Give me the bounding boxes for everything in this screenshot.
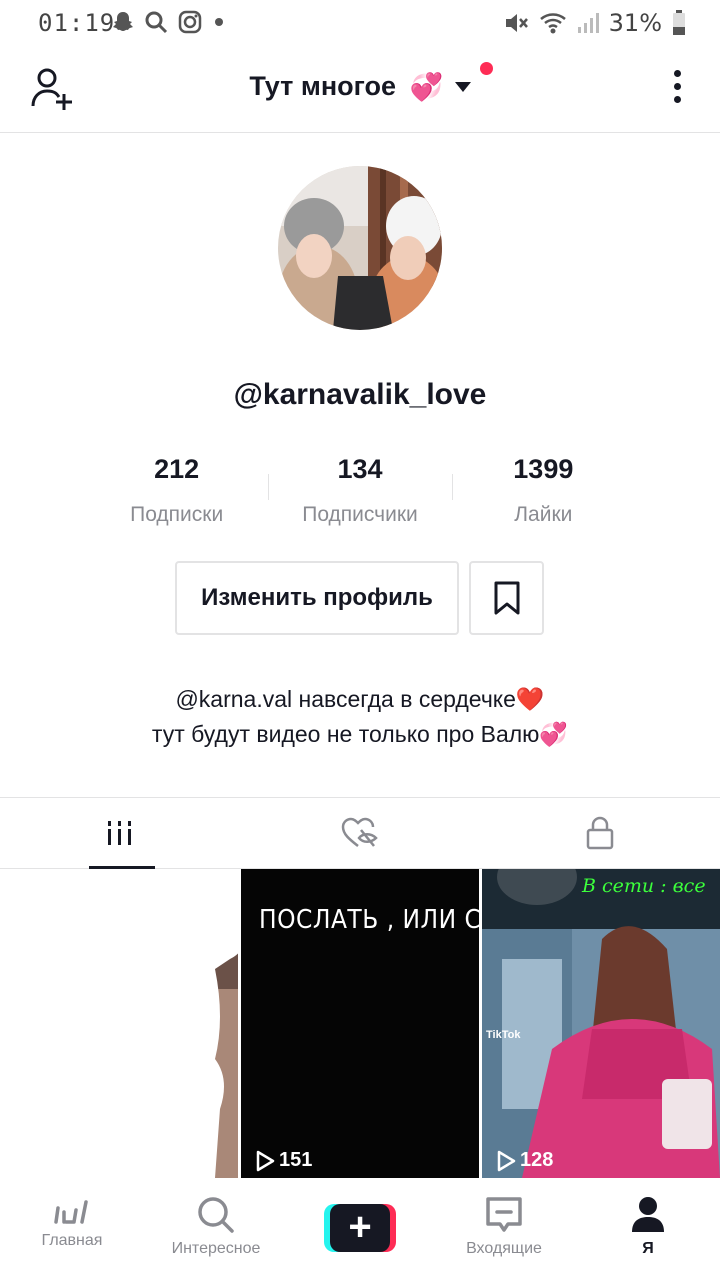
edit-profile-button[interactable]: Изменить профиль (175, 561, 459, 635)
stat-followers-label: Подписчики (302, 503, 418, 526)
more-options-icon[interactable] (672, 70, 682, 110)
nav-create[interactable]: + (288, 1178, 432, 1280)
stat-likes-label: Лайки (514, 503, 573, 526)
home-icon (54, 1200, 88, 1224)
video-overlay-text: ПОСЛАТЬ , ИЛИ САМА (259, 905, 479, 935)
signal-icon (577, 13, 599, 33)
wifi-icon (539, 13, 566, 34)
bookmark-icon (494, 581, 519, 615)
view-count-value: 151 (279, 1149, 313, 1171)
view-count: 151 (255, 1149, 312, 1172)
nav-home[interactable]: Главная (0, 1178, 144, 1280)
battery-percent: 31% (608, 9, 662, 37)
discover-icon (198, 1197, 234, 1233)
account-title: Тут многое (249, 71, 397, 102)
bio-line: тут будут видео не только про Валю💞 (151, 721, 569, 747)
status-time: 01:19 (38, 9, 116, 37)
favorites-button[interactable] (469, 561, 544, 635)
nav-inbox-label: Входящие (466, 1240, 542, 1257)
tab-private[interactable] (480, 798, 720, 868)
username: @karnavalik_love (233, 378, 487, 411)
view-count-value: 128 (520, 1149, 554, 1171)
nav-profile-label: Я (642, 1240, 654, 1257)
stats-divider (452, 474, 453, 500)
stats-divider (268, 474, 269, 500)
profile-bio: @karna.val навсегда в сердечке❤️ тут буд… (0, 682, 720, 752)
profile-stats: 212 Подписки 134 Подписчики 1399 Лайки (85, 450, 635, 530)
video-thumbnail[interactable] (0, 869, 238, 1178)
video-overlay-text: В сети : все (582, 875, 706, 897)
video-thumbnail[interactable]: ПОСЛАТЬ , ИЛИ САМА 151 (241, 869, 479, 1178)
play-icon (497, 1150, 516, 1171)
instagram-icon (178, 10, 202, 34)
tab-videos[interactable] (0, 798, 240, 869)
chevron-down-icon (454, 81, 471, 92)
stat-following-label: Подписки (130, 503, 224, 526)
play-icon (256, 1150, 275, 1171)
video-grid: ПОСЛАТЬ , ИЛИ САМА 151 В сети : все TikT… (0, 869, 720, 1178)
mute-icon (505, 14, 528, 32)
stat-followers-count: 134 (337, 454, 383, 484)
nav-profile[interactable]: Я (576, 1178, 720, 1280)
stat-followers[interactable]: 134 Подписчики (268, 450, 451, 530)
status-bar: 01:19 31% (0, 0, 720, 48)
avatar[interactable] (278, 166, 442, 330)
battery-icon (673, 10, 685, 35)
account-switcher[interactable]: Тут многое 💞 (0, 70, 720, 103)
nav-inbox[interactable]: Входящие (432, 1178, 576, 1280)
view-count: 128 (496, 1149, 553, 1172)
snapchat-icon (113, 12, 133, 31)
profile-icon (632, 1197, 664, 1232)
video-thumbnail[interactable]: В сети : все TikTok 128 (482, 869, 720, 1178)
bio-line: @karna.val навсегда в сердечке❤️ (175, 686, 545, 712)
notification-dot (480, 62, 493, 75)
dot-icon (215, 18, 223, 26)
nav-discover-label: Интересное (171, 1240, 261, 1257)
nav-discover[interactable]: Интересное (144, 1178, 288, 1280)
search-icon (145, 11, 168, 34)
tab-liked[interactable] (240, 798, 480, 868)
title-emoji: 💞 (409, 71, 444, 102)
content-tabs (0, 797, 720, 869)
lock-icon (586, 816, 614, 850)
liked-hidden-icon (341, 817, 378, 847)
bottom-navigation: Главная Интересное + Входящие Я (0, 1178, 720, 1280)
stat-likes-count: 1399 (513, 454, 574, 484)
stat-following-count: 212 (154, 454, 200, 484)
inbox-icon (486, 1197, 522, 1232)
profile-header: Тут многое 💞 (0, 48, 720, 133)
tiktok-watermark: TikTok (486, 1029, 521, 1041)
create-plus-icon: + (324, 1204, 396, 1252)
stat-likes[interactable]: 1399 Лайки (452, 450, 635, 530)
grid-icon (108, 821, 131, 845)
nav-home-label: Главная (41, 1232, 103, 1249)
stat-following[interactable]: 212 Подписки (85, 450, 268, 530)
